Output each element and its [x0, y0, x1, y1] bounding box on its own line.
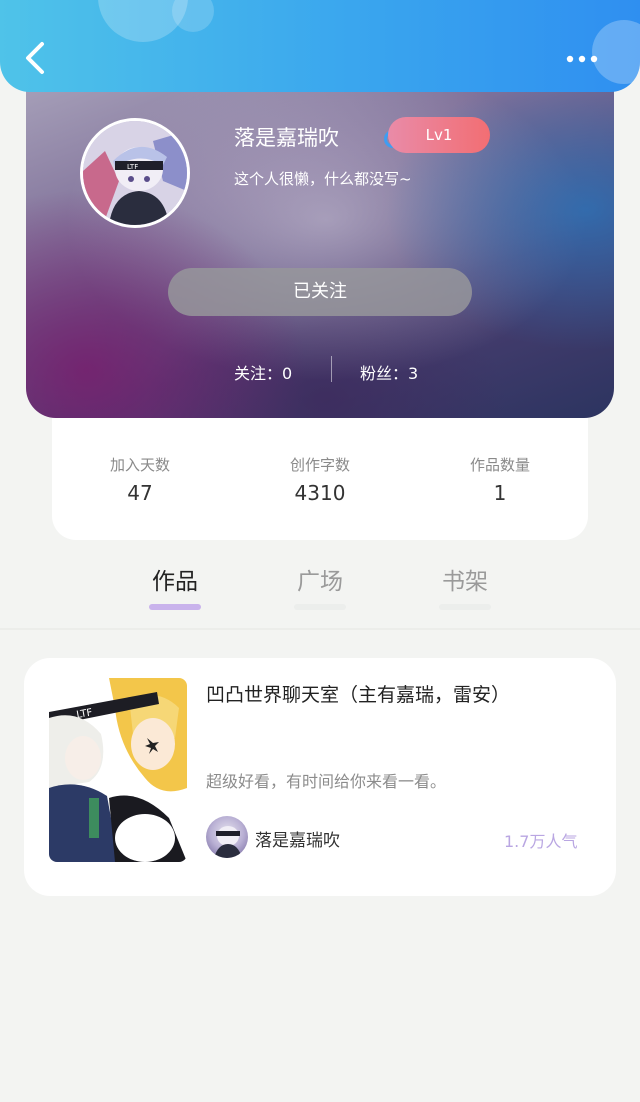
divider	[331, 356, 332, 382]
more-horizontal-icon	[566, 55, 598, 63]
cover-illustration: LTF	[49, 678, 187, 862]
stat-value: 4310	[294, 481, 346, 505]
stat-label: 加入天数	[109, 456, 170, 474]
avatar[interactable]: LTF	[80, 118, 190, 228]
chevron-left-icon	[26, 42, 44, 74]
work-title: 凹凸世界聊天室（主有嘉瑞，雷安）	[206, 684, 511, 706]
tab-indicator	[439, 604, 491, 610]
stat-label: 作品数量	[469, 456, 530, 474]
more-button[interactable]	[560, 48, 608, 70]
author-avatar	[206, 816, 248, 858]
svg-text:LTF: LTF	[127, 163, 138, 171]
stat-word-count: 创作字数 4310	[240, 454, 400, 505]
tab-square[interactable]: 广场	[275, 562, 365, 596]
author-name: 落是嘉瑞吹	[255, 831, 340, 851]
tab-indicator	[294, 604, 346, 610]
active-tab-indicator	[149, 604, 201, 610]
stats-card: 加入天数 47 创作字数 4310 作品数量 1	[52, 418, 588, 540]
popularity-count: 1.7万人气	[504, 832, 578, 851]
back-button[interactable]	[18, 38, 54, 78]
stat-label: 创作字数	[289, 456, 350, 474]
stat-value: 1	[493, 481, 507, 505]
stat-join-days: 加入天数 47	[60, 454, 220, 505]
work-cover-image: LTF	[49, 678, 187, 862]
fans-count[interactable]: 粉丝：3	[360, 360, 418, 384]
following-count[interactable]: 关注：0	[234, 360, 292, 384]
work-description: 超级好看，有时间给你来看一看。	[206, 772, 447, 791]
top-bar	[0, 0, 640, 92]
bio-text: 这个人很懒，什么都没写~	[234, 170, 412, 188]
stat-work-count: 作品数量 1	[420, 454, 580, 505]
section-divider	[0, 628, 640, 630]
stat-value: 47	[127, 481, 153, 505]
follow-button[interactable]: 已关注	[168, 268, 472, 316]
work-card[interactable]: LTF 凹凸世界聊天室（主有嘉瑞，雷安） 超级好看，有时间给你来看一看。 落是嘉…	[24, 658, 616, 896]
level-badge: Lv1	[388, 117, 490, 153]
tab-bookshelf[interactable]: 书架	[420, 562, 510, 596]
tab-works[interactable]: 作品	[130, 562, 220, 596]
avatar-illustration: LTF	[83, 121, 187, 225]
username: 落是嘉瑞吹	[234, 126, 339, 150]
profile-header: LTF 落是嘉瑞吹 Lv1 这个人很懒，什么都没写~ 已关注 关注：0 粉丝：3	[26, 70, 614, 418]
decor-bubble	[172, 0, 214, 32]
author-avatar-illustration	[214, 826, 242, 858]
